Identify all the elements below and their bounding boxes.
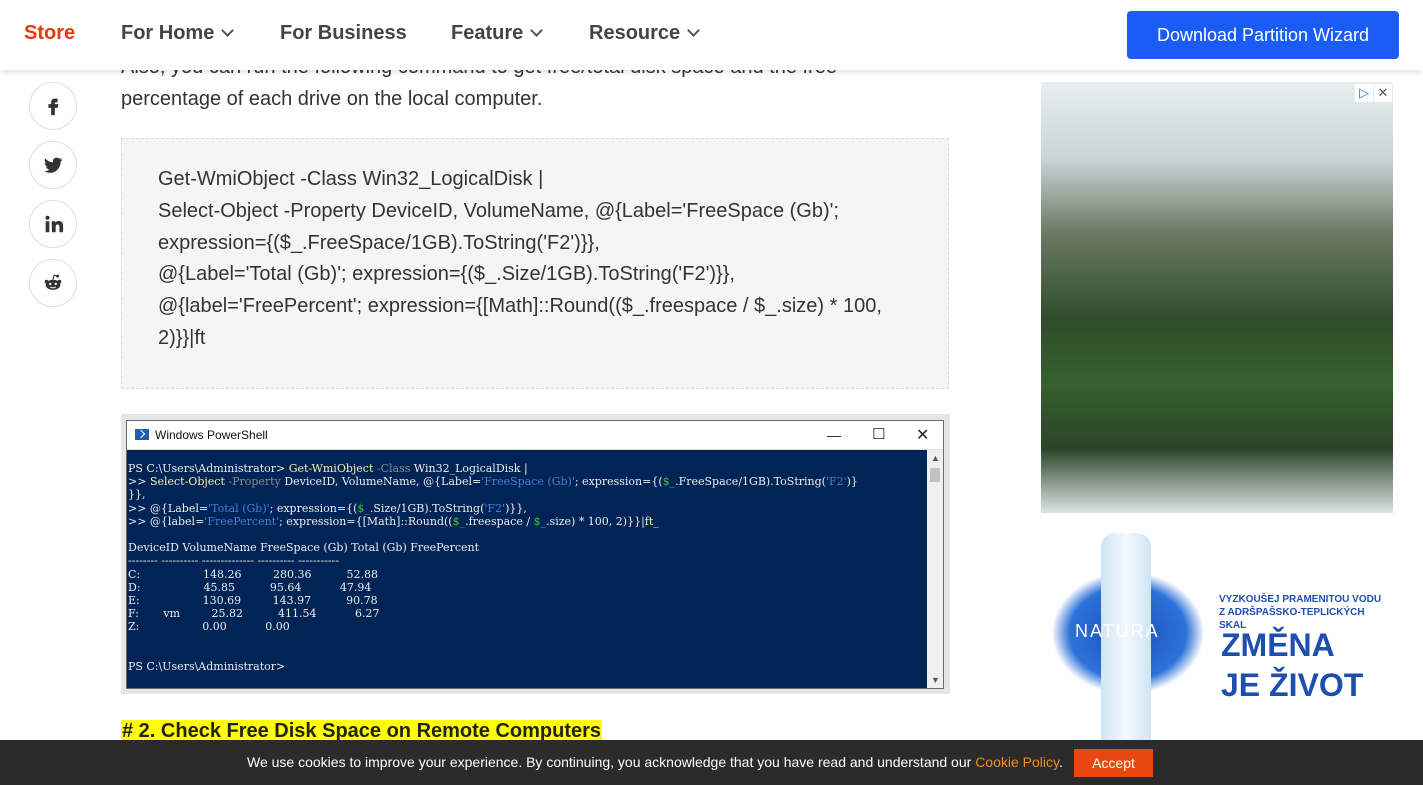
- share-linkedin-button[interactable]: [29, 200, 77, 248]
- console-output: PS C:\Users\Administrator> Get-WmiObject…: [128, 462, 858, 674]
- nav-resource-label: Resource: [589, 22, 681, 44]
- top-navigation: Store For Home For Business Feature Reso…: [0, 0, 1423, 70]
- console-prompt: PS C:\Users\Administrator>: [128, 660, 286, 674]
- code-block: Get-WmiObject -Class Win32_LogicalDisk |…: [121, 138, 949, 389]
- share-reddit-button[interactable]: [29, 259, 77, 307]
- linkedin-icon: [45, 215, 64, 233]
- intro-line: percentage of each drive on the local co…: [121, 88, 543, 110]
- table-row: F: vm 25.82 411.54 6.27: [128, 607, 380, 621]
- nav-for-business[interactable]: For Business: [280, 22, 407, 45]
- maximize-icon[interactable]: ☐: [872, 425, 885, 443]
- ad-close-icon[interactable]: ✕: [1374, 84, 1392, 102]
- table-row: D: 45.85 95.64 47.94: [128, 580, 372, 594]
- cookie-banner: We use cookies to improve your experienc…: [0, 740, 1423, 785]
- table-header: DeviceID VolumeName FreeSpace (Gb) Total…: [128, 541, 480, 555]
- ad-brand: NATURA: [1075, 621, 1160, 641]
- twitter-icon: [44, 157, 63, 173]
- minimize-icon[interactable]: —: [827, 427, 841, 443]
- share-facebook-button[interactable]: [29, 82, 77, 130]
- close-icon[interactable]: ✕: [916, 425, 929, 445]
- code-line: @{label='FreePercent'; expression={[Math…: [158, 295, 882, 318]
- facebook-icon: [48, 98, 59, 116]
- powershell-window: Windows PowerShell — ☐ ✕ PS C:\Users\Adm…: [126, 420, 944, 689]
- chevron-down-icon: [530, 24, 544, 37]
- cookie-period: .: [1058, 754, 1063, 770]
- nav-for-home[interactable]: For Home: [121, 22, 235, 45]
- ad-banner: NATURA VYZKOUŠEJ PRAMENITOU VODU Z ADRŠP…: [1041, 513, 1393, 742]
- ad-headline-line: JE ŽIVOT: [1221, 667, 1364, 703]
- code-line: Get-WmiObject -Class Win32_LogicalDisk |: [158, 168, 544, 190]
- powershell-screenshot: Windows PowerShell — ☐ ✕ PS C:\Users\Adm…: [121, 414, 950, 694]
- cookie-policy-link[interactable]: Cookie Policy: [975, 754, 1059, 770]
- ad-tagline-line: VYZKOUŠEJ PRAMENITOU VODU: [1219, 594, 1382, 605]
- scroll-thumb[interactable]: [930, 468, 940, 482]
- nav-store-link[interactable]: Store: [24, 22, 75, 45]
- adchoices-icon[interactable]: ▷: [1355, 84, 1373, 102]
- ad-headline-line: ZMĚNA: [1221, 627, 1335, 663]
- console-scrollbar[interactable]: ▲ ▼: [927, 450, 943, 688]
- window-titlebar: Windows PowerShell — ☐ ✕: [127, 421, 943, 450]
- table-row: Z: 0.00 0.00: [128, 620, 290, 634]
- chevron-down-icon: [687, 24, 701, 37]
- ad-landscape-image: [1041, 82, 1393, 513]
- nav-for-home-label: For Home: [121, 22, 215, 44]
- cookie-text: We use cookies to improve your experienc…: [247, 754, 1063, 770]
- code-line: expression={($_.FreeSpace/1GB).ToString(…: [158, 231, 600, 254]
- accept-cookies-button[interactable]: Accept: [1074, 749, 1153, 777]
- window-title: Windows PowerShell: [155, 428, 268, 442]
- nav-resource[interactable]: Resource: [589, 22, 701, 45]
- cookie-message: We use cookies to improve your experienc…: [247, 754, 976, 770]
- console-prompt: PS C:\Users\Administrator>: [128, 462, 289, 475]
- download-partition-wizard-button[interactable]: Download Partition Wizard: [1127, 11, 1399, 59]
- reddit-icon: [44, 274, 62, 290]
- table-row: E: 130.69 143.97 90.78: [128, 594, 378, 608]
- scroll-down-icon[interactable]: ▼: [931, 675, 940, 685]
- advertisement[interactable]: ▷ ✕ NATURA VYZKOUŠEJ PRAMENITOU VODU Z A…: [1041, 82, 1393, 742]
- table-rule: -------- ---------- -------------- -----…: [128, 554, 339, 568]
- share-twitter-button[interactable]: [29, 141, 77, 189]
- ad-headline: ZMĚNA JE ŽIVOT: [1221, 625, 1363, 705]
- nav-feature-label: Feature: [451, 22, 524, 44]
- code-line: @{Label='Total (Gb)'; expression={($_.Si…: [158, 263, 735, 286]
- powershell-icon: [135, 429, 149, 440]
- code-line: Select-Object -Property DeviceID, Volume…: [158, 199, 840, 222]
- nav-feature[interactable]: Feature: [451, 22, 544, 45]
- scroll-up-icon[interactable]: ▲: [931, 453, 940, 463]
- code-line: 2)}}|ft: [158, 326, 206, 349]
- table-row: C: 148.26 280.36 52.88: [128, 567, 378, 581]
- chevron-down-icon: [221, 24, 235, 37]
